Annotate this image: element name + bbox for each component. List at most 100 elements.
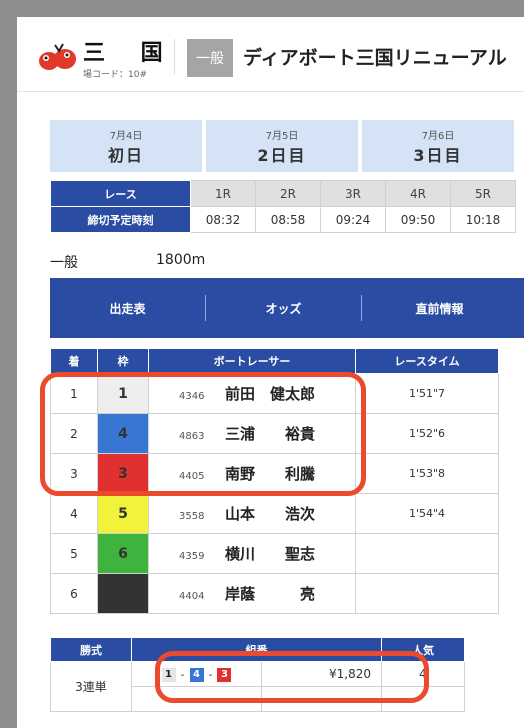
table-row: 6 2 4404 岸蔭 亮 bbox=[50, 573, 499, 614]
header-frame: 枠 bbox=[97, 348, 149, 374]
race-nav-bar: 出走表 オッズ 直前情報 bbox=[50, 278, 524, 338]
payout-header: 勝式 組番 人気 bbox=[50, 637, 465, 662]
frame-number: 5 bbox=[97, 493, 149, 534]
racer-cell: 4359 横川 聖志 bbox=[148, 533, 356, 574]
deadline-time: 09:50 bbox=[385, 206, 451, 233]
race-number-1[interactable]: 1R bbox=[190, 180, 256, 207]
site-header: 三 国 場コード：10# 一般 ディアボート三国リニューアル bbox=[17, 17, 524, 92]
results-header: 着 枠 ボートレーサー レースタイム bbox=[50, 348, 499, 374]
header-combination: 組番 bbox=[131, 637, 382, 662]
race-schedule-table: レース 1R 2R 3R 4R 5R 締切予定時刻 08:32 08:58 09… bbox=[50, 180, 516, 233]
place: 5 bbox=[50, 533, 98, 574]
race-time: 1'53"8 bbox=[355, 453, 499, 494]
place: 4 bbox=[50, 493, 98, 534]
deadline-row: 締切予定時刻 08:32 08:58 09:24 09:50 10:18 bbox=[50, 206, 516, 233]
popularity: 4 bbox=[381, 661, 465, 687]
results-table: 着 枠 ボートレーサー レースタイム 1 1 4346 前田 健太郎 1'51"7… bbox=[50, 348, 499, 614]
racer-cell: 4405 南野 利騰 bbox=[148, 453, 356, 494]
frame-number: 4 bbox=[97, 413, 149, 454]
frame-number: 6 bbox=[97, 533, 149, 574]
place: 1 bbox=[50, 373, 98, 414]
payout-row: 3連単 1 - 4 - 3 ¥1,820 4 bbox=[50, 661, 465, 712]
day-tab-3[interactable]: 7月6日 3日目 bbox=[362, 120, 514, 172]
page: 三 国 場コード：10# 一般 ディアボート三国リニューアル 7月4日 初日 7… bbox=[17, 17, 524, 728]
day-tab-date: 7月6日 bbox=[421, 131, 455, 142]
venue-name: 三 国 bbox=[83, 41, 177, 66]
race-number-2[interactable]: 2R bbox=[255, 180, 321, 207]
racer-id: 4404 bbox=[179, 591, 205, 602]
day-tabs: 7月4日 初日 7月5日 2日目 7月6日 3日目 bbox=[50, 120, 524, 172]
place: 2 bbox=[50, 413, 98, 454]
header-racer: ボートレーサー bbox=[148, 348, 356, 374]
table-row: 4 5 3558 山本 浩次 1'54"4 bbox=[50, 493, 499, 534]
race-number-4[interactable]: 4R bbox=[385, 180, 451, 207]
pre-race-info-button[interactable]: 直前情報 bbox=[362, 300, 517, 317]
racer-id: 4863 bbox=[179, 431, 205, 442]
race-title: ディアボート三国リニューアル bbox=[243, 47, 507, 69]
race-number-row: レース 1R 2R 3R 4R 5R bbox=[50, 180, 516, 207]
combination-second: 4 bbox=[189, 667, 204, 682]
combination-separator: - bbox=[208, 668, 213, 682]
racer-name[interactable]: 前田 健太郎 bbox=[225, 385, 315, 403]
mascot-logo-icon bbox=[39, 43, 76, 73]
day-tab-2[interactable]: 7月5日 2日目 bbox=[206, 120, 358, 172]
racer-cell: 3558 山本 浩次 bbox=[148, 493, 356, 534]
header-place: 着 bbox=[50, 348, 98, 374]
racer-id: 3558 bbox=[179, 511, 205, 522]
racer-cell: 4863 三浦 裕貴 bbox=[148, 413, 356, 454]
venue-code: 場コード：10# bbox=[83, 70, 147, 80]
racer-name[interactable]: 岸蔭 亮 bbox=[225, 585, 315, 603]
bet-type: 3連単 bbox=[50, 661, 132, 712]
racer-name[interactable]: 横川 聖志 bbox=[225, 545, 315, 563]
race-label: レース bbox=[50, 180, 191, 207]
payout-amount: ¥1,820 bbox=[261, 661, 382, 687]
day-tab-date: 7月4日 bbox=[109, 131, 143, 142]
racer-name[interactable]: 三浦 裕貴 bbox=[225, 425, 315, 443]
race-time bbox=[355, 533, 499, 574]
table-row: 1 1 4346 前田 健太郎 1'51"7 bbox=[50, 373, 499, 414]
day-tab-label: 3日目 bbox=[413, 146, 463, 165]
racer-id: 4346 bbox=[179, 391, 205, 402]
racer-id: 4359 bbox=[179, 551, 205, 562]
table-row: 3 3 4405 南野 利騰 1'53"8 bbox=[50, 453, 499, 494]
combination-cell: 1 - 4 - 3 bbox=[131, 661, 262, 687]
place: 6 bbox=[50, 573, 98, 614]
day-tab-date: 7月5日 bbox=[265, 131, 299, 142]
race-time: 1'54"4 bbox=[355, 493, 499, 534]
racer-name[interactable]: 山本 浩次 bbox=[225, 505, 315, 523]
header-popularity: 人気 bbox=[381, 637, 465, 662]
day-tab-1[interactable]: 7月4日 初日 bbox=[50, 120, 202, 172]
race-distance: 1800m bbox=[156, 252, 206, 268]
deadline-time: 10:18 bbox=[450, 206, 516, 233]
deadline-label: 締切予定時刻 bbox=[50, 206, 191, 233]
table-row: 2 4 4863 三浦 裕貴 1'52"6 bbox=[50, 413, 499, 454]
race-time bbox=[355, 573, 499, 614]
race-class: 一般 bbox=[50, 255, 78, 271]
racer-cell: 4404 岸蔭 亮 bbox=[148, 573, 356, 614]
header-bet-type: 勝式 bbox=[50, 637, 132, 662]
combination-first: 1 bbox=[161, 667, 176, 682]
racer-id: 4405 bbox=[179, 471, 205, 482]
frame-number: 2 bbox=[97, 573, 149, 614]
header-race-time: レースタイム bbox=[355, 348, 499, 374]
table-row: 5 6 4359 横川 聖志 bbox=[50, 533, 499, 574]
frame-number: 3 bbox=[97, 453, 149, 494]
deadline-time: 08:58 bbox=[255, 206, 321, 233]
race-number-3[interactable]: 3R bbox=[320, 180, 386, 207]
place: 3 bbox=[50, 453, 98, 494]
grade-badge: 一般 bbox=[187, 39, 233, 77]
combination-separator: - bbox=[180, 668, 185, 682]
combination: 1 - 4 - 3 bbox=[161, 667, 232, 682]
racer-cell: 4346 前田 健太郎 bbox=[148, 373, 356, 414]
combination-third: 3 bbox=[217, 667, 232, 682]
header-divider bbox=[174, 39, 175, 75]
race-time: 1'51"7 bbox=[355, 373, 499, 414]
odds-button[interactable]: オッズ bbox=[206, 300, 361, 317]
day-tab-label: 2日目 bbox=[257, 146, 307, 165]
racer-name[interactable]: 南野 利騰 bbox=[225, 465, 315, 483]
entry-list-button[interactable]: 出走表 bbox=[50, 300, 205, 317]
race-number-5[interactable]: 5R bbox=[450, 180, 516, 207]
race-info: 一般 1800m bbox=[50, 252, 205, 272]
deadline-time: 09:24 bbox=[320, 206, 386, 233]
race-time: 1'52"6 bbox=[355, 413, 499, 454]
